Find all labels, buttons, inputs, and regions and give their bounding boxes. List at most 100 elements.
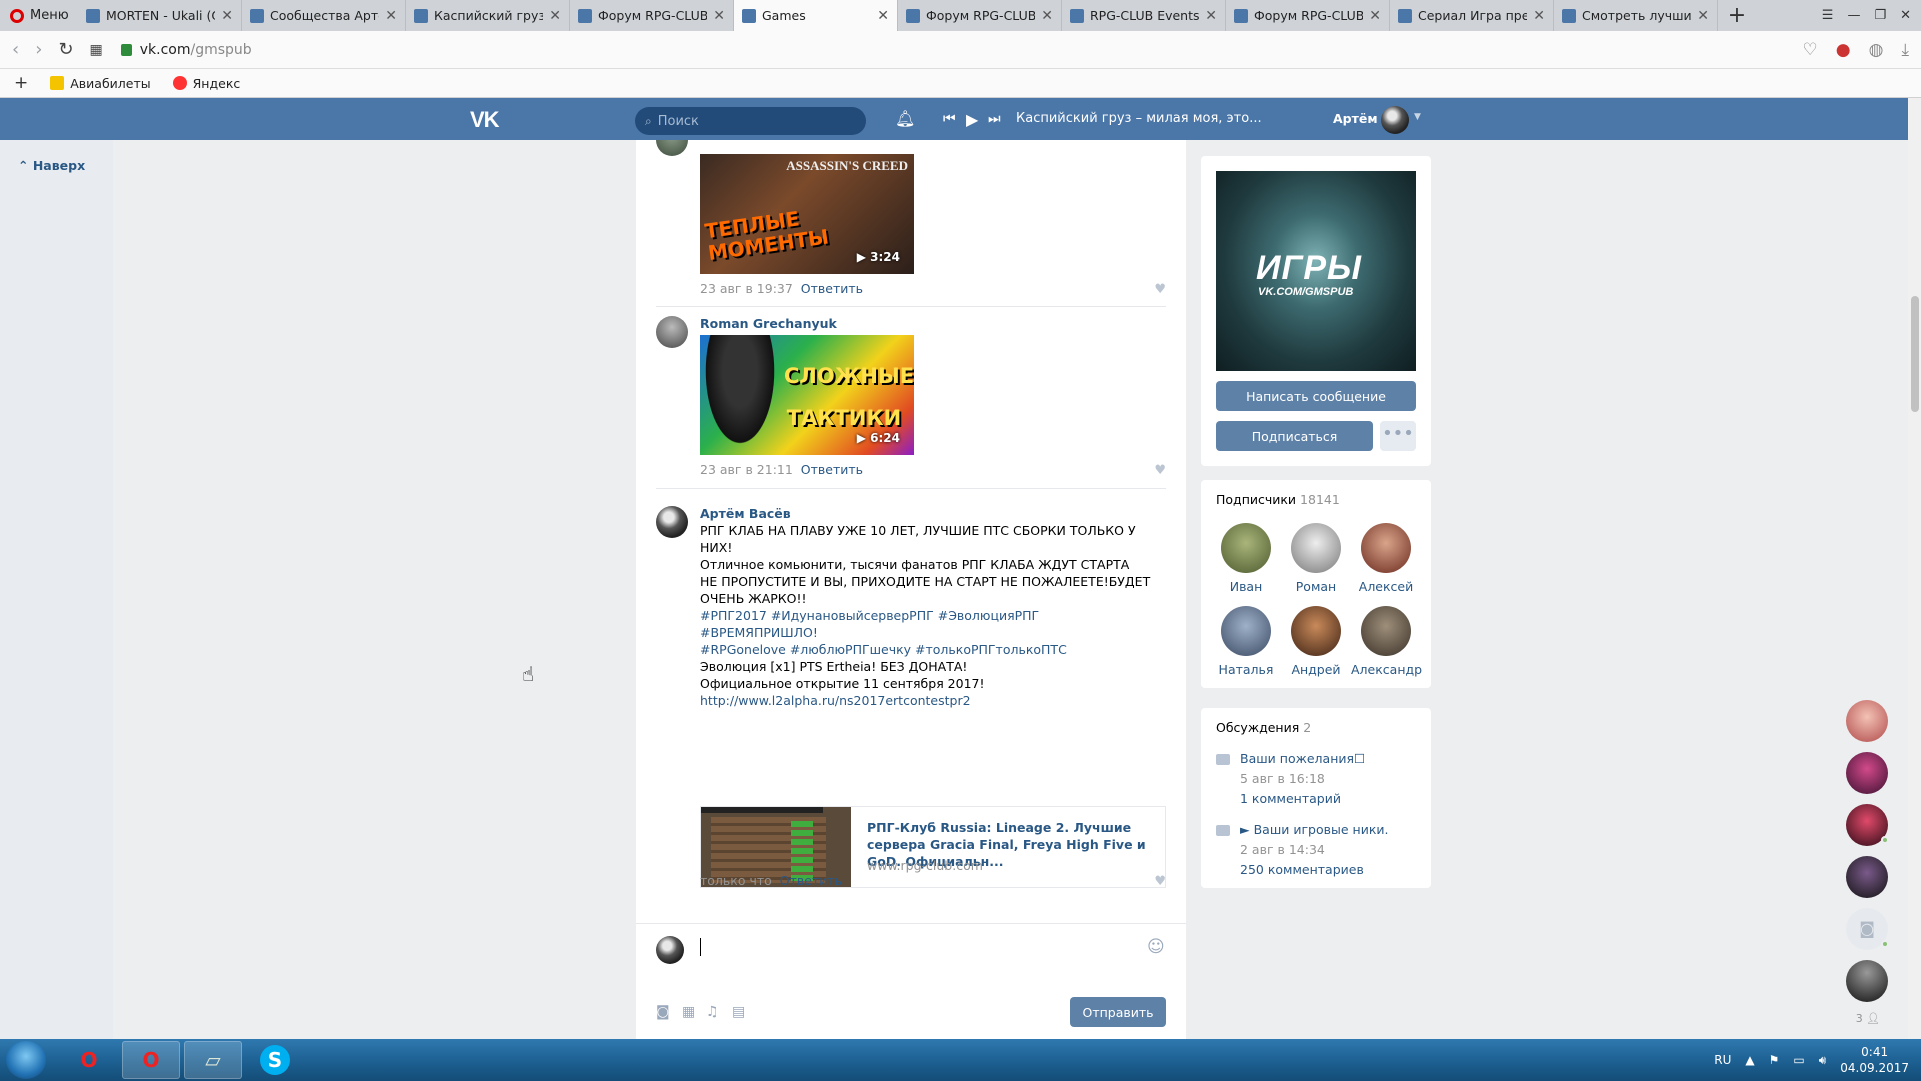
browser-tab[interactable]: RPG-CLUB Events Sc ✕	[1062, 0, 1226, 31]
discussion-title[interactable]: Ваши пожелания☐	[1240, 751, 1365, 766]
video-icon[interactable]: ▦	[682, 1004, 695, 1020]
add-bookmark-icon[interactable]: +	[14, 73, 28, 93]
taskbar-notepad[interactable]: ▱	[184, 1041, 242, 1079]
minimize-icon[interactable]: —	[1847, 8, 1860, 23]
video-thumbnail[interactable]: ASSASSIN'S CREED ТЕПЛЫЕ МОМЕНТЫ ▶ 3:24	[700, 154, 914, 274]
clock[interactable]: 0:41 04.09.2017	[1840, 1044, 1909, 1076]
like-icon[interactable]: ♥	[1154, 463, 1166, 478]
browser-tab[interactable]: Сериал Игра прест ✕	[1390, 0, 1554, 31]
tab-menu-icon[interactable]: ☰	[1822, 8, 1834, 23]
comment-time[interactable]: 23 авг в 21:11	[700, 462, 793, 477]
document-icon[interactable]: ▤	[732, 1004, 745, 1020]
friend-avatar[interactable]	[1846, 804, 1889, 846]
tab-close-icon[interactable]: ✕	[713, 8, 725, 24]
opera-menu-button[interactable]: Меню	[0, 0, 78, 31]
more-actions-button[interactable]: •••	[1380, 421, 1416, 451]
comment-input[interactable]	[700, 938, 1120, 956]
language-indicator[interactable]: RU	[1714, 1053, 1731, 1067]
browser-tab[interactable]: MORTEN - Ukali (Or ✕	[78, 0, 242, 31]
prev-track-icon[interactable]: ⏮︎	[943, 111, 956, 127]
discussion-comments[interactable]: 1 комментарий	[1240, 791, 1341, 806]
url-field[interactable]: vk.com/gmspub	[119, 37, 1787, 63]
friend-avatar[interactable]	[1846, 960, 1888, 1002]
friends-count[interactable]: 3 👤︎	[1842, 1012, 1894, 1025]
browser-tab[interactable]: Сообщества Артёма ✕	[242, 0, 406, 31]
tab-close-icon[interactable]: ✕	[1205, 8, 1217, 24]
video-thumbnail[interactable]: СЛОЖНЫЕ ТАКТИКИ ▶ 6:24	[700, 335, 914, 455]
tab-close-icon[interactable]: ✕	[1369, 8, 1381, 24]
user-avatar[interactable]	[1381, 106, 1409, 134]
maximize-icon[interactable]: ❐	[1874, 8, 1886, 23]
post-link[interactable]: http://www.l2alpha.ru/ns2017ertcontestpr…	[700, 693, 971, 708]
scroll-top-link[interactable]: ⌃ Наверх	[18, 158, 85, 173]
member-item[interactable]: Андрей	[1281, 606, 1351, 677]
subscribers-header[interactable]: Подписчики 18141	[1216, 492, 1340, 507]
tab-close-icon[interactable]: ✕	[1697, 8, 1709, 24]
download-icon[interactable]: ⤓	[1901, 40, 1909, 60]
comment-author[interactable]: Roman Grechanyuk	[700, 316, 837, 331]
play-icon[interactable]: ▶︎	[966, 110, 978, 129]
browser-tab[interactable]: Форум RPG-CLUB. Т ✕	[1226, 0, 1390, 31]
reply-link[interactable]: Ответить	[801, 462, 863, 477]
tab-close-icon[interactable]: ✕	[1533, 8, 1545, 24]
forward-icon[interactable]: ›	[35, 39, 42, 60]
member-item[interactable]: Иван	[1211, 523, 1281, 594]
member-item[interactable]: Александр	[1351, 606, 1422, 677]
member-item[interactable]: Наталья	[1211, 606, 1281, 677]
close-window-icon[interactable]: ✕	[1900, 8, 1911, 23]
chevron-down-icon[interactable]: ▼	[1414, 112, 1421, 122]
discussion-comments[interactable]: 250 комментариев	[1240, 862, 1364, 877]
comment-time[interactable]: 23 авг в 19:37	[700, 281, 793, 296]
volume-icon[interactable]: 🔊︎	[1819, 1053, 1827, 1068]
community-cover-image[interactable]: ИГРЫ VK.COM/GMSPUB	[1216, 171, 1416, 371]
member-item[interactable]: Роман	[1281, 523, 1351, 594]
tray-expand-icon[interactable]: ▲	[1745, 1053, 1754, 1067]
like-icon[interactable]: ♥	[1154, 282, 1166, 297]
friend-avatar[interactable]	[1846, 856, 1888, 898]
browser-tab[interactable]: Games ✕	[734, 0, 898, 31]
search-box[interactable]: ⌕	[635, 107, 866, 135]
commenter-avatar[interactable]	[656, 316, 688, 348]
back-icon[interactable]: ‹	[12, 39, 19, 60]
reload-icon[interactable]: ↻	[58, 39, 73, 60]
taskbar-skype[interactable]: S	[246, 1041, 304, 1079]
tab-close-icon[interactable]: ✕	[877, 8, 889, 24]
heart-icon[interactable]: ♡	[1803, 40, 1818, 60]
like-icon[interactable]: ♥	[1154, 874, 1166, 889]
browser-tab[interactable]: Каспийский груз - м ✕	[406, 0, 570, 31]
vk-logo[interactable]: VK	[470, 107, 500, 133]
start-button[interactable]	[6, 1041, 46, 1079]
network-icon[interactable]: ▭	[1793, 1053, 1804, 1067]
friend-avatar[interactable]	[1846, 752, 1888, 794]
commenter-avatar[interactable]	[656, 140, 688, 156]
now-playing-title[interactable]: Каспийский груз – милая моя, это...	[1016, 111, 1262, 126]
flag-icon[interactable]: ⚑	[1769, 1053, 1780, 1067]
commenter-avatar[interactable]	[656, 506, 688, 538]
next-track-icon[interactable]: ⏭︎	[988, 111, 1001, 127]
music-icon[interactable]: ♫	[706, 1004, 719, 1020]
write-message-button[interactable]: Написать сообщение	[1216, 381, 1416, 411]
send-button[interactable]: Отправить	[1070, 997, 1166, 1027]
discussion-title[interactable]: ► Ваши игровые ники.	[1240, 822, 1388, 837]
tab-close-icon[interactable]: ✕	[549, 8, 561, 24]
page-scrollbar[interactable]	[1908, 98, 1921, 1039]
friend-avatar[interactable]	[1846, 700, 1888, 742]
speed-dial-icon[interactable]: ▦	[90, 42, 103, 58]
camera-icon[interactable]: ◙	[656, 1004, 670, 1020]
tab-close-icon[interactable]: ✕	[1041, 8, 1053, 24]
reply-link[interactable]: Ответить	[801, 281, 863, 296]
taskbar-opera-pinned[interactable]: O	[60, 1041, 118, 1079]
left-scroll-area[interactable]: ⌃ Наверх	[0, 140, 113, 1039]
new-tab-button[interactable]: +	[1718, 0, 1756, 31]
camera-placeholder-icon[interactable]: ◙	[1846, 908, 1889, 950]
scrollbar-thumb[interactable]	[1911, 296, 1919, 412]
bookmark-yandex[interactable]: Яндекс	[172, 76, 240, 91]
opera-notifications-icon[interactable]: ●	[1836, 40, 1851, 60]
browser-tab[interactable]: Форум RPG-CLUB. Т ✕	[898, 0, 1062, 31]
taskbar-opera-active[interactable]: O	[122, 1041, 180, 1079]
member-item[interactable]: Алексей	[1351, 523, 1421, 594]
reply-link[interactable]: Ответить	[780, 873, 842, 888]
user-name[interactable]: Артём	[1333, 111, 1378, 126]
subscribe-button[interactable]: Подписаться	[1216, 421, 1373, 451]
browser-tab[interactable]: Смотреть лучшие с ✕	[1554, 0, 1718, 31]
